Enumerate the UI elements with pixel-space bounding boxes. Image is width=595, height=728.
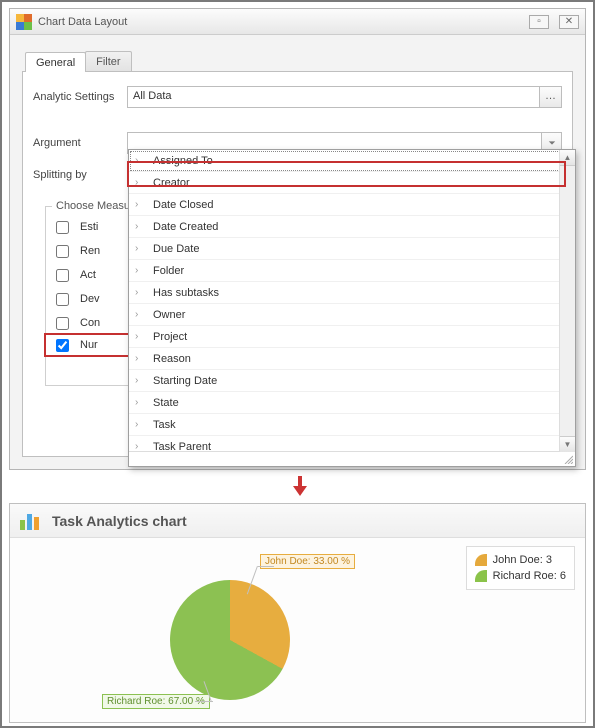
measure-row[interactable]: Esti	[46, 215, 140, 239]
dropdown-item[interactable]: › Project	[129, 326, 575, 348]
chart-body: John Doe: 3 Richard Roe: 6 John Doe: 33.…	[10, 538, 585, 722]
callout-leader-line	[258, 566, 274, 567]
measure-label: Esti	[80, 221, 98, 233]
chart-icon	[20, 512, 42, 530]
legend-item-richard: Richard Roe: 6	[475, 568, 566, 584]
dropdown-item-label: State	[153, 397, 179, 409]
chevron-right-icon: ›	[135, 221, 147, 232]
dropdown-item-label: Folder	[153, 265, 184, 277]
tab-general[interactable]: General	[25, 52, 86, 72]
chevron-right-icon: ›	[135, 243, 147, 254]
dropdown-item[interactable]: › Folder	[129, 260, 575, 282]
legend-label: John Doe: 3	[493, 554, 552, 566]
dropdown-item[interactable]: › Starting Date	[129, 370, 575, 392]
chevron-right-icon: ›	[135, 441, 147, 452]
dropdown-item[interactable]: › Assigned To	[129, 150, 575, 172]
dropdown-item-label: Task Parent	[153, 441, 211, 453]
chart-data-layout-dialog: Chart Data Layout ▫ ✕ General Filter Ana…	[9, 8, 586, 470]
dropdown-item-label: Creator	[153, 177, 190, 189]
dropdown-item[interactable]: › Task Parent	[129, 436, 575, 452]
chevron-right-icon: ›	[135, 177, 147, 188]
callout-john: John Doe: 33.00 %	[260, 554, 355, 569]
dropdown-item[interactable]: › Creator	[129, 172, 575, 194]
chevron-right-icon: ›	[135, 155, 147, 166]
measure-checkbox[interactable]	[56, 339, 69, 352]
measure-checkbox[interactable]	[56, 245, 69, 258]
dropdown-item[interactable]: › Owner	[129, 304, 575, 326]
argument-label: Argument	[33, 137, 127, 149]
dropdown-item-label: Project	[153, 331, 187, 343]
tab-filter[interactable]: Filter	[85, 51, 131, 71]
analytic-settings-label: Analytic Settings	[33, 91, 127, 103]
scroll-down-button[interactable]: ▼	[560, 436, 575, 452]
chevron-right-icon: ›	[135, 419, 147, 430]
callout-richard: Richard Roe: 67.00 %	[102, 694, 210, 709]
measure-checkbox[interactable]	[56, 293, 69, 306]
legend-swatch-icon	[475, 570, 487, 582]
pie-chart	[170, 580, 290, 700]
splitting-by-dropdown-list[interactable]: › Assigned To › Creator › Date Closed › Date Cr…	[128, 149, 576, 467]
chevron-right-icon: ›	[135, 199, 147, 210]
app-icon	[16, 14, 32, 30]
measure-row[interactable]: Ren	[46, 239, 140, 263]
dropdown-item-label: Assigned To	[153, 155, 213, 167]
legend-item-john: John Doe: 3	[475, 552, 566, 568]
dropdown-item-label: Due Date	[153, 243, 199, 255]
measure-row[interactable]: Con	[46, 311, 140, 335]
dropdown-item[interactable]: › Due Date	[129, 238, 575, 260]
dialog-title: Chart Data Layout	[38, 16, 529, 28]
dropdown-item[interactable]: › Date Created	[129, 216, 575, 238]
chart-header: Task Analytics chart	[10, 504, 585, 538]
splitting-by-label: Splitting by	[33, 169, 127, 181]
window-close-button[interactable]: ✕	[559, 15, 579, 29]
analytic-settings-browse-button[interactable]: …	[540, 86, 562, 108]
chart-title: Task Analytics chart	[52, 513, 187, 529]
dropdown-item-label: Starting Date	[153, 375, 217, 387]
choose-measures-title: Choose Measur	[52, 200, 138, 212]
choose-measures-group: Choose Measur Esti Ren Act Dev Con Nur	[45, 206, 141, 386]
dropdown-item-label: Date Closed	[153, 199, 214, 211]
dropdown-scrollbar[interactable]: ▲ ▼	[559, 150, 575, 452]
measure-row[interactable]: Act	[46, 263, 140, 287]
measure-label: Con	[80, 317, 100, 329]
dropdown-item[interactable]: › Task	[129, 414, 575, 436]
dropdown-resize-grip[interactable]	[129, 452, 575, 466]
dropdown-item[interactable]: › State	[129, 392, 575, 414]
analytic-settings-field[interactable]: All Data	[127, 86, 540, 108]
dropdown-item-label: Task	[153, 419, 176, 431]
task-analytics-chart-panel: Task Analytics chart John Doe: 3 Richard…	[9, 503, 586, 723]
dropdown-item[interactable]: › Has subtasks	[129, 282, 575, 304]
measure-checkbox[interactable]	[56, 221, 69, 234]
chevron-right-icon: ›	[135, 353, 147, 364]
flow-arrow-icon	[2, 470, 595, 503]
measure-checkbox[interactable]	[56, 317, 69, 330]
legend-swatch-icon	[475, 554, 487, 566]
measure-checkbox[interactable]	[56, 269, 69, 282]
chevron-right-icon: ›	[135, 287, 147, 298]
chevron-right-icon: ›	[135, 309, 147, 320]
chevron-right-icon: ›	[135, 331, 147, 342]
measure-label: Ren	[80, 245, 100, 257]
tab-strip: General Filter	[25, 47, 573, 71]
dropdown-item-label: Reason	[153, 353, 191, 365]
measure-label: Act	[80, 269, 96, 281]
chevron-right-icon: ›	[135, 375, 147, 386]
dropdown-item-label: Has subtasks	[153, 287, 219, 299]
dialog-titlebar: Chart Data Layout ▫ ✕	[10, 9, 585, 35]
dropdown-item-label: Date Created	[153, 221, 218, 233]
chevron-right-icon: ›	[135, 397, 147, 408]
chevron-right-icon: ›	[135, 265, 147, 276]
measure-label: Nur	[80, 339, 98, 351]
legend-label: Richard Roe: 6	[493, 570, 566, 582]
dropdown-item[interactable]: › Reason	[129, 348, 575, 370]
window-restore-button[interactable]: ▫	[529, 15, 549, 29]
chart-legend: John Doe: 3 Richard Roe: 6	[466, 546, 575, 590]
measure-row[interactable]: Dev	[46, 287, 140, 311]
dropdown-item[interactable]: › Date Closed	[129, 194, 575, 216]
measure-label: Dev	[80, 293, 100, 305]
dropdown-item-label: Owner	[153, 309, 185, 321]
scroll-up-button[interactable]: ▲	[560, 150, 575, 166]
